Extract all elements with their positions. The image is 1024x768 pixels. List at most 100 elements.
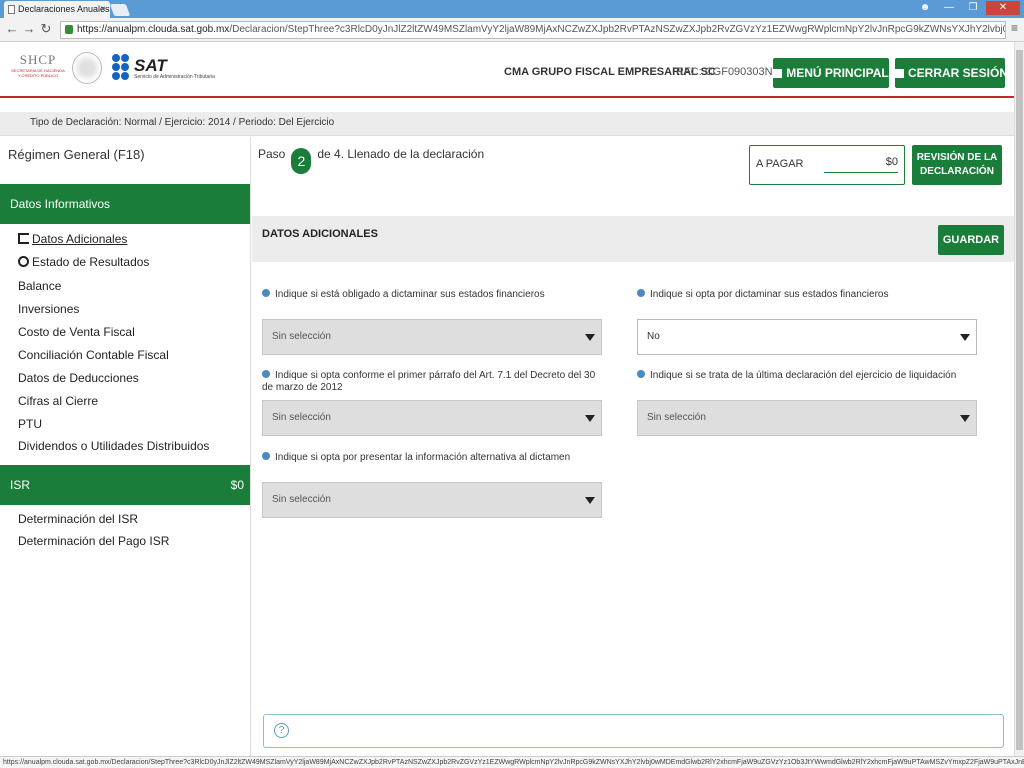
question-label: Indique si opta por presentar la informa…	[262, 452, 622, 464]
decreto-articulo-select[interactable]: Sin selección	[262, 400, 602, 436]
caret-down-icon	[585, 497, 595, 504]
reload-icon[interactable]: ↻	[38, 21, 54, 37]
sat-dots-icon	[112, 54, 132, 80]
tab-title: Declaraciones Anuales	[18, 4, 110, 14]
question-label: Indique si se trata de la última declara…	[637, 370, 997, 382]
step-number: 2	[291, 148, 312, 174]
sidebar-item-datos-adicionales[interactable]: Datos Adicionales	[18, 232, 127, 246]
national-seal-icon	[72, 52, 102, 84]
amount-due-value: $0	[824, 156, 898, 173]
browser-menu-icon[interactable]: ≡	[1011, 21, 1018, 35]
sidebar: Régimen General (F18) Datos Informativos…	[0, 137, 251, 756]
close-window-icon[interactable]: ✕	[986, 1, 1020, 15]
sign-in-arrow-icon	[18, 233, 29, 244]
url-path: /Declaracion/StepThree?c3RlcD0yJnJlZ2ltZ…	[229, 24, 1005, 35]
browser-tab[interactable]: Declaraciones Anuales ×	[4, 1, 110, 18]
browser-status-bar: https://anualpm.clouda.sat.gob.mx/Declar…	[0, 756, 1024, 768]
sidebar-item-ptu[interactable]: PTU	[18, 417, 42, 431]
info-icon	[637, 289, 645, 297]
sidebar-item-label: Datos Adicionales	[32, 232, 128, 246]
page-scrollbar[interactable]	[1014, 42, 1024, 756]
step-text: de 4. Llenado de la declaración	[317, 147, 485, 161]
question-circle-icon[interactable]: ?	[274, 723, 289, 738]
caret-down-icon	[960, 334, 970, 341]
logout-label: CERRAR SESIÓN	[908, 66, 1009, 80]
maximize-icon[interactable]: ❐	[962, 1, 984, 15]
panel-header: DATOS ADICIONALES GUARDAR	[252, 216, 1014, 262]
browser-title-bar: Declaraciones Anuales × ☻ — ❐ ✕	[0, 0, 1024, 18]
section-datos-informativos[interactable]: Datos Informativos	[0, 184, 250, 224]
main-menu-label: MENÚ PRINCIPAL	[786, 66, 889, 80]
dictaminar-opta-select[interactable]: No	[637, 319, 977, 355]
declaration-info-bar: Tipo de Declaración: Normal / Ejercicio:…	[0, 112, 1014, 136]
caret-down-icon	[585, 415, 595, 422]
step-indicator: Paso 2 de 4. Llenado de la declaración	[258, 147, 484, 174]
tab-close-icon[interactable]: ×	[100, 1, 106, 18]
user-icon[interactable]: ☻	[914, 1, 936, 15]
question-label: Indique si opta conforme el primer párra…	[262, 370, 596, 393]
regimen-title: Régimen General (F18)	[8, 147, 145, 162]
step-label: Paso	[258, 147, 286, 161]
sidebar-item-label: Estado de Resultados	[32, 255, 150, 269]
amount-due-label: A PAGAR	[756, 158, 804, 170]
save-button[interactable]: GUARDAR	[938, 225, 1004, 255]
info-icon	[262, 452, 270, 460]
select-value: Sin selección	[272, 494, 331, 505]
sign-out-icon	[895, 69, 904, 78]
select-value: Sin selección	[272, 412, 331, 423]
info-icon	[637, 370, 645, 378]
sidebar-item-estado-resultados[interactable]: Estado de Resultados	[18, 255, 149, 269]
main-menu-button[interactable]: MENÚ PRINCIPAL	[773, 58, 889, 88]
sidebar-item-deducciones[interactable]: Datos de Deducciones	[18, 371, 139, 385]
select-value: No	[647, 331, 660, 342]
shcp-subtitle: SECRETARÍA DE HACIENDA Y CRÉDITO PÚBLICO	[11, 68, 65, 78]
sat-subtitle: Servicio de Administración Tributaria	[134, 74, 215, 80]
main-content: Paso 2 de 4. Llenado de la declaración A P…	[252, 137, 1014, 756]
sidebar-item-dividendos[interactable]: Dividendos o Utilidades Distribuidos	[18, 439, 209, 453]
question-label: Indique si opta por dictaminar sus estad…	[637, 289, 997, 301]
section-isr-label: ISR	[10, 478, 31, 492]
sidebar-item-inversiones[interactable]: Inversiones	[18, 302, 79, 316]
select-value: Sin selección	[647, 412, 706, 423]
sidebar-item-costo-venta[interactable]: Costo de Venta Fiscal	[18, 325, 135, 339]
logout-button[interactable]: CERRAR SESIÓN	[895, 58, 1009, 88]
rfc-label: RFC: CGF090303N27	[676, 66, 785, 78]
check-circle-icon	[18, 256, 29, 267]
shcp-logo: SHCP SECRETARÍA DE HACIENDA Y CRÉDITO PÚ…	[10, 52, 66, 88]
informacion-alternativa-select[interactable]: Sin selección	[262, 482, 602, 518]
address-bar[interactable]: https://anualpm.clouda.sat.gob.mx/Declar…	[60, 21, 1006, 39]
lock-icon	[65, 25, 73, 34]
minimize-icon[interactable]: —	[938, 1, 960, 15]
amount-due-box: A PAGAR $0	[749, 145, 905, 185]
select-value: Sin selección	[272, 331, 331, 342]
back-arrow-icon[interactable]: ←	[4, 21, 20, 37]
sidebar-item-conciliacion[interactable]: Conciliación Contable Fiscal	[18, 348, 169, 362]
shcp-title: SHCP	[19, 52, 57, 67]
question-label: Indique si está obligado a dictaminar su…	[262, 289, 622, 301]
scrollbar-thumb[interactable]	[1016, 50, 1023, 750]
home-icon	[773, 69, 783, 78]
caret-down-icon	[585, 334, 595, 341]
section-isr[interactable]: ISR $0	[0, 465, 250, 505]
new-tab-button[interactable]	[109, 4, 131, 16]
section-isr-amount: $0	[230, 478, 244, 492]
info-icon	[262, 370, 270, 378]
sidebar-item-determinacion-isr[interactable]: Determinación del ISR	[18, 512, 138, 526]
sidebar-item-balance[interactable]: Balance	[18, 279, 61, 293]
sat-wordmark: SAT	[134, 56, 167, 75]
forward-arrow-icon[interactable]: →	[21, 21, 37, 37]
ultima-declaracion-select[interactable]: Sin selección	[637, 400, 977, 436]
review-declaration-button[interactable]: REVISIÓN DE LA DECLARACIÓN	[912, 145, 1002, 185]
sidebar-item-cifras-cierre[interactable]: Cifras al Cierre	[18, 394, 98, 408]
window-controls: ☻ — ❐ ✕	[914, 1, 1020, 16]
page-icon	[8, 5, 15, 14]
caret-down-icon	[960, 415, 970, 422]
dictaminar-obligado-select[interactable]: Sin selección	[262, 319, 602, 355]
site-header: SHCP SECRETARÍA DE HACIENDA Y CRÉDITO PÚ…	[0, 42, 1014, 98]
sidebar-item-determinacion-pago-isr[interactable]: Determinación del Pago ISR	[18, 534, 169, 548]
url-host: https://anualpm.clouda.sat.gob.mx	[77, 24, 230, 35]
help-panel[interactable]: ?	[263, 714, 1004, 748]
sat-logo: SAT Servicio de Administración Tributari…	[112, 54, 232, 84]
panel-title: DATOS ADICIONALES	[262, 228, 378, 240]
info-icon	[262, 289, 270, 297]
